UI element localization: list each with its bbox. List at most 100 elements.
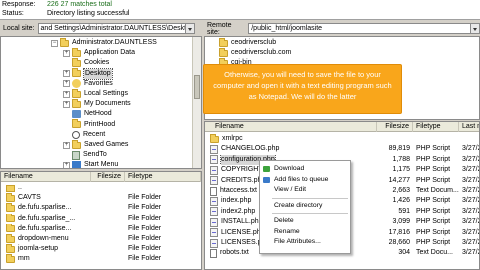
tree-item[interactable]: SendTo <box>63 150 107 160</box>
tree-item-label: SendTo <box>83 151 107 159</box>
local-site-label: Local site: <box>3 25 35 32</box>
start-menu-icon <box>72 161 81 168</box>
log-value: 226 27 matches total <box>47 1 112 8</box>
php-file-icon <box>210 217 218 227</box>
local-tree-scroll-thumb[interactable] <box>194 75 200 99</box>
expand-icon[interactable]: + <box>63 100 70 108</box>
filetype-cell: PHP Script <box>416 176 451 184</box>
tree-item[interactable]: ceodriversclub.com <box>219 47 291 58</box>
folder-icon <box>6 203 15 212</box>
table-row[interactable]: de.fufu.sparlise... File Folder <box>1 223 201 234</box>
log-line: Response: 226 27 matches total <box>2 1 112 9</box>
remote-site-bar: Remote site: /public_html/joomlasite <box>204 21 480 36</box>
expand-icon[interactable]: + <box>63 161 70 168</box>
php-file-icon <box>210 228 218 238</box>
expand-icon[interactable]: + <box>63 70 70 78</box>
table-row[interactable]: CHANGELOG.php 89,819 PHP Script 3/27/2 <box>205 144 480 154</box>
filetype-cell: File Folder <box>128 194 162 202</box>
expand-icon[interactable]: + <box>63 49 70 57</box>
menu-item-label: Add files to queue <box>274 175 329 183</box>
filename-cell: CAVTS <box>1 193 91 203</box>
table-row[interactable]: de.fufu.sparlise_... File Folder <box>1 213 201 224</box>
last-modified-cell: 3/27/2 <box>462 249 480 257</box>
table-row[interactable]: .. <box>1 183 201 193</box>
menu-item-download[interactable]: Download <box>260 164 352 174</box>
tree-item[interactable]: Recent <box>63 130 105 140</box>
menu-item-view-edit[interactable]: View / Edit <box>260 185 352 195</box>
download-icon <box>263 166 270 172</box>
table-row[interactable]: xmlrpc <box>205 134 479 144</box>
tree-item[interactable]: + Start Menu <box>63 160 118 168</box>
tree-item[interactable]: + Desktop <box>63 67 113 80</box>
tree-item-label: ceodriversclub <box>231 39 277 46</box>
menu-item-file-attributes[interactable]: File Attributes... <box>260 237 352 247</box>
tree-item[interactable]: NetHood <box>63 109 112 119</box>
tree-item-label: Favorites <box>84 79 113 87</box>
local-site-dropdown-icon[interactable] <box>185 23 195 34</box>
tree-item-label: NetHood <box>84 110 112 118</box>
remote-site-path-input[interactable]: /public_html/joomlasite <box>248 23 472 34</box>
tree-item[interactable]: + My Documents <box>63 98 131 109</box>
tree-item-label: Saved Games <box>84 141 129 148</box>
text-document-icon <box>210 248 217 258</box>
local-site-path-input[interactable]: and Settings\Administrator.DAUNTLESS\Des… <box>37 23 186 34</box>
tree-item[interactable]: + Application Data <box>63 47 135 58</box>
php-file-icon <box>210 144 218 154</box>
menu-item-label: Create directory <box>274 201 323 209</box>
column-header[interactable]: Filesize <box>91 172 125 182</box>
filesize-cell: 14,277 <box>388 176 410 184</box>
column-header[interactable]: Filetype <box>413 122 459 132</box>
local-file-list[interactable]: Filename Filesize Filetype.. CAVTS File Fold… <box>0 171 202 270</box>
expand-icon[interactable]: + <box>63 90 70 98</box>
last-modified-cell: 3/27/2 <box>462 207 480 215</box>
folder-icon <box>72 139 81 149</box>
tree-item[interactable]: Cookies <box>63 57 109 68</box>
collapse-icon[interactable]: − <box>51 39 58 47</box>
network-icon <box>72 110 81 119</box>
menu-item-label: Download <box>274 165 305 172</box>
table-row[interactable]: de.fufu.sparlise... File Folder <box>1 203 201 213</box>
column-header[interactable]: Filetype <box>125 172 201 182</box>
last-modified-cell: 3/27/2 <box>462 145 480 153</box>
tree-item[interactable]: + Saved Games <box>63 139 129 150</box>
local-tree-pane[interactable]: − Administrator.DAUNTLESS + Application Dat… <box>0 36 202 169</box>
filename-cell: CHANGELOG.php <box>205 144 377 154</box>
column-header[interactable]: Filesize <box>377 122 413 132</box>
filename-text: xmlrpc <box>222 135 243 142</box>
folder-icon <box>6 223 15 233</box>
expand-icon[interactable]: + <box>63 141 70 149</box>
column-header[interactable]: Filename <box>205 122 377 132</box>
folder-icon <box>6 234 15 243</box>
local-list-header: Filename Filesize Filetype <box>1 172 201 182</box>
column-header[interactable]: Filename <box>1 172 91 182</box>
column-header[interactable]: Last m <box>459 122 479 132</box>
menu-item-add-files-to-queue[interactable]: Add files to queue <box>260 175 352 185</box>
filename-text: INSTALL.php <box>221 218 263 226</box>
tree-item[interactable]: PrintHood <box>63 119 115 130</box>
filetype-cell: File Folder <box>128 235 162 242</box>
text-document-icon <box>210 186 217 196</box>
table-row[interactable]: CAVTS File Folder <box>1 193 201 203</box>
remote-list-header: FilenameFilesizeFiletypeLast m <box>205 122 479 132</box>
last-modified-cell: 3/27/2 <box>462 166 480 174</box>
remote-site-dropdown-icon[interactable] <box>471 23 480 34</box>
menu-item-create-directory[interactable]: Create directory <box>260 201 352 211</box>
tree-item[interactable]: + Local Settings <box>63 88 128 99</box>
tree-item[interactable]: − Administrator.DAUNTLESS <box>51 37 157 48</box>
tutorial-callout: Otherwise, you will need to save the fil… <box>203 64 402 114</box>
table-row[interactable]: dropdown-menu File Folder <box>1 234 201 244</box>
table-row[interactable]: mm File Folder <box>1 254 201 264</box>
favorites-star-icon <box>72 79 81 89</box>
tree-item[interactable]: ceodriversclub <box>219 37 277 48</box>
filename-text: index.php <box>221 197 252 205</box>
menu-item-rename[interactable]: Rename <box>260 227 352 237</box>
table-row[interactable]: joomla-setup File Folder <box>1 244 201 254</box>
expand-icon[interactable]: + <box>63 80 70 88</box>
menu-item-delete[interactable]: Delete <box>260 216 352 226</box>
remote-site-label: Remote site: <box>207 21 232 36</box>
filetype-cell: File Folder <box>128 224 162 232</box>
local-tree-scrollbar[interactable] <box>192 37 201 168</box>
tree-item[interactable]: + Favorites <box>63 79 113 89</box>
filename-text: de.fufu.sparlise... <box>18 204 72 212</box>
menu-separator <box>272 197 348 199</box>
